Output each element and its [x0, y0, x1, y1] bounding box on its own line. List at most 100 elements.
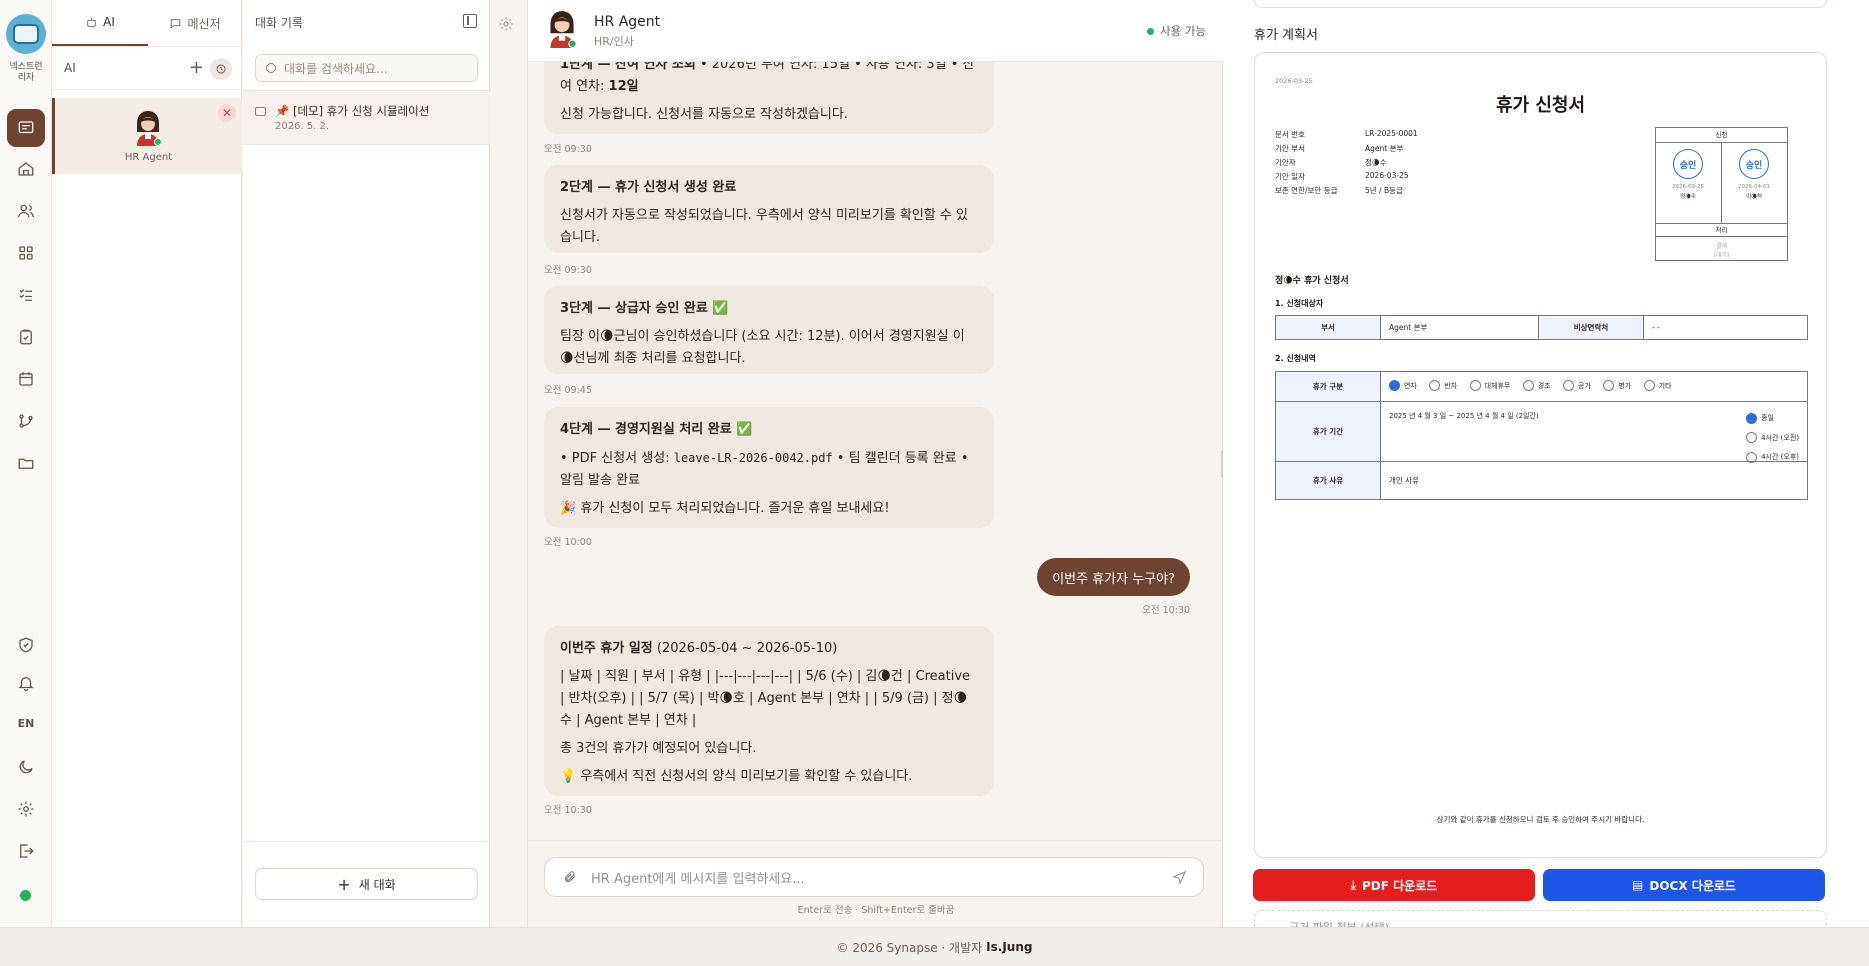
- logout-icon[interactable]: [14, 839, 38, 863]
- doc-heading: 정🌘수 휴가 신청서: [1275, 276, 1349, 286]
- radio-option: 연차: [1389, 380, 1417, 391]
- users-icon[interactable]: [14, 199, 38, 223]
- meta-label: 기안 부서: [1275, 144, 1305, 153]
- agent-avatar: [137, 111, 162, 146]
- agent-message: 3단계 — 상급자 승인 완료 ✅ 팀장 이🌘근님이 승인하셨습니다 (소요 시…: [544, 286, 994, 374]
- download-icon: ⤓: [1350, 877, 1356, 892]
- new-chat-button[interactable]: + 새 대화: [255, 868, 478, 900]
- paperclip-icon[interactable]: [563, 870, 577, 884]
- agents-panel: AI 메신저 AI + ✕ HR Agent: [52, 0, 242, 927]
- tasks-icon[interactable]: [14, 283, 38, 307]
- brand-name: 넥스트런 리자: [9, 62, 43, 83]
- meta-value: 5년 / B등급: [1365, 186, 1403, 195]
- online-status-dot: [20, 890, 31, 901]
- app-logo[interactable]: [6, 14, 46, 54]
- language-toggle[interactable]: EN: [0, 717, 52, 730]
- history-item-date: 2026. 5. 2.: [275, 121, 330, 132]
- radio-option: 병가: [1603, 380, 1631, 391]
- input-hint: Enter로 전송 · Shift+Enter로 줄바꿈: [797, 905, 955, 916]
- send-icon[interactable]: [1172, 870, 1187, 885]
- app-footer: © 2026 Synapse · 개발자 Is.Jung: [0, 927, 1869, 966]
- app-rail: 넥스트런 리자 EN: [0, 0, 52, 927]
- close-icon[interactable]: ✕: [218, 104, 236, 122]
- radio-option: 종일: [1746, 410, 1774, 426]
- meta-label: 기안 일자: [1275, 172, 1305, 181]
- history-panel: 대화 기록 대화를 검색하세요... 📌 [데모] 휴가 신청 시뮬레이션 20…: [243, 0, 490, 927]
- approval-stamp: 승인: [1739, 149, 1769, 179]
- bell-icon[interactable]: [14, 671, 38, 695]
- workflow-icon[interactable]: [14, 409, 38, 433]
- bot-icon: [87, 17, 96, 27]
- agent-message: 4단계 — 경영지원실 처리 완료 ✅ • PDF 신청서 생성: leave-…: [544, 407, 994, 528]
- radio-option: 기타: [1643, 380, 1671, 391]
- message-time: 오전 09:45: [544, 385, 592, 396]
- chat-agent-dept: HR/인사: [594, 35, 634, 48]
- approval-stamp: 승인: [1673, 149, 1703, 179]
- home-icon[interactable]: [14, 157, 38, 181]
- meta-value: Agent 본부: [1365, 144, 1404, 153]
- status-badge: 사용 가능: [1147, 23, 1206, 39]
- bot-icon: [255, 107, 266, 116]
- message-list[interactable]: 1단계 — 잔여 연차 조회 • 2026년 부여 연차: 15일 • 사용 연…: [528, 62, 1224, 840]
- panel-top-card: [1254, 0, 1827, 8]
- agent-card-hr[interactable]: ✕ HR Agent: [52, 98, 242, 174]
- meta-value: 정🌘수: [1365, 158, 1387, 167]
- meta-label: 기안자: [1275, 158, 1296, 167]
- radio-option: 4시간 (오전): [1746, 430, 1799, 446]
- clipboard-check-icon[interactable]: [14, 325, 38, 349]
- chat-nav-icon[interactable]: [7, 109, 45, 147]
- radio-option: 반차: [1429, 380, 1457, 391]
- message-time: 오전 09:30: [544, 144, 592, 155]
- agent-message: 2단계 — 휴가 신청서 생성 완료 신청서가 자동으로 작성되었습니다. 우측…: [544, 165, 994, 253]
- shield-icon[interactable]: [14, 633, 38, 657]
- docx-download-button[interactable]: ▤ DOCX 다운로드: [1543, 869, 1825, 901]
- section-title: 2. 신청내역: [1275, 354, 1316, 363]
- history-icon[interactable]: [210, 58, 232, 80]
- meta-value: LR-2025-0001: [1365, 129, 1418, 138]
- message-time: 오전 10:30: [544, 805, 592, 816]
- divider: [528, 840, 1224, 841]
- user-message: 이번주 휴가자 누구야?: [1037, 558, 1190, 596]
- tab-ai[interactable]: AI: [52, 0, 148, 46]
- message-input[interactable]: HR Agent에게 메시지를 입력하세요...: [544, 857, 1204, 897]
- folder-icon[interactable]: [14, 451, 38, 475]
- chat-area: HR Agent HR/인사 사용 가능 1단계 — 잔여 연차 조회 • 20…: [527, 0, 1224, 927]
- settings-icon[interactable]: [14, 797, 38, 821]
- history-search-input[interactable]: 대화를 검색하세요...: [255, 54, 478, 82]
- history-title: 대화 기록: [255, 16, 303, 30]
- history-item[interactable]: 📌 [데모] 휴가 신청 시뮬레이션 2026. 5. 2.: [243, 90, 490, 145]
- calendar-icon[interactable]: [14, 367, 38, 391]
- radio-option: 4시간 (오후): [1746, 449, 1799, 465]
- panel-settings-icon[interactable]: [498, 16, 518, 36]
- moon-icon[interactable]: [14, 755, 38, 779]
- agents-section-header: AI +: [52, 46, 242, 90]
- leave-detail-table: 휴가 구분 연차 반차 대체휴무 경조 공가 병가 기타 휴가 기간 2025 …: [1275, 371, 1808, 500]
- history-item-title: 📌 [데모] 휴가 신청 시뮬레이션: [275, 104, 430, 118]
- radio-option: 대체휴무: [1469, 380, 1510, 391]
- doc-footer-text: 상기와 같이 휴가를 신청하오니 검토 후 승인하여 주시기 바랍니다.: [1436, 815, 1645, 824]
- document-preview: 2026-03-25 휴가 신청서 문서 번호 LR-2025-0001 기안 …: [1254, 52, 1827, 858]
- agent-card-name: HR Agent: [124, 152, 173, 163]
- tab-messenger[interactable]: 메신저: [148, 0, 242, 46]
- preview-panel: 휴가 계획서 2026-03-25 휴가 신청서 문서 번호 LR-2025-0…: [1223, 0, 1869, 930]
- approval-box: 신청 승인 승인 2026-03-25 정🌘수 2026-04-01 이🌘처 처…: [1655, 127, 1788, 261]
- plus-icon: +: [337, 874, 351, 894]
- search-icon: [266, 63, 276, 73]
- agent-avatar: [550, 11, 577, 48]
- chat-header: HR Agent HR/인사 사용 가능: [528, 0, 1224, 62]
- message-time: 오전 10:00: [544, 537, 592, 548]
- message-time: 오전 09:30: [544, 265, 592, 276]
- agent-message: 1단계 — 잔여 연차 조회 • 2026년 부여 연차: 15일 • 사용 연…: [544, 62, 994, 134]
- meta-label: 문서 번호: [1275, 130, 1305, 139]
- meta-label: 보존 연한/보안 등급: [1275, 186, 1338, 195]
- applicant-table: 부서 Agent 본부 비상연락처 - -: [1275, 315, 1808, 340]
- message-icon: [171, 18, 181, 29]
- section-title: 1. 신청대상자: [1275, 299, 1324, 308]
- collapse-panel-icon[interactable]: [463, 14, 477, 28]
- pdf-download-button[interactable]: ⤓ PDF 다운로드: [1253, 869, 1535, 901]
- doc-title: 휴가 신청서: [1495, 95, 1586, 116]
- apps-grid-icon[interactable]: [14, 241, 38, 265]
- meta-value: 2026-03-25: [1365, 171, 1409, 180]
- agent-message: 이번주 휴가 일정 (2026-05-04 ~ 2026-05-10) | 날짜…: [544, 626, 994, 796]
- add-agent-icon[interactable]: +: [189, 59, 204, 77]
